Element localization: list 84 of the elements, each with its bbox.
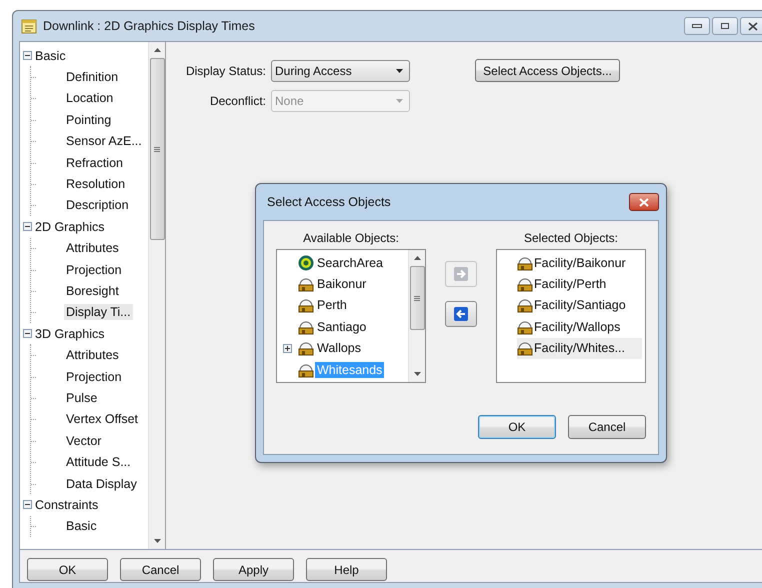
collapse-icon[interactable] bbox=[23, 500, 32, 510]
collapse-icon[interactable] bbox=[23, 51, 32, 60]
close-icon bbox=[748, 22, 758, 30]
tree-item[interactable]: Display Ti... bbox=[64, 304, 133, 320]
facility-icon bbox=[517, 276, 533, 292]
dialog-button[interactable]: Help bbox=[306, 558, 387, 581]
select-access-objects-button[interactable]: Select Access Objects... bbox=[475, 59, 620, 82]
grip-icon bbox=[414, 296, 420, 300]
field-label: Display Status: bbox=[184, 64, 266, 78]
list-item[interactable]: Santiago bbox=[315, 318, 368, 335]
close-button[interactable] bbox=[740, 17, 762, 35]
collapse-icon[interactable] bbox=[23, 329, 32, 338]
tree-item[interactable]: Pulse bbox=[64, 390, 100, 406]
tree-group[interactable]: 2D Graphics bbox=[35, 220, 104, 234]
right-arrow-icon bbox=[454, 267, 468, 281]
list-item[interactable]: Baikonur bbox=[315, 276, 368, 292]
list-item[interactable]: Facility/Perth bbox=[517, 273, 642, 295]
list-heading: Selected Objects: bbox=[524, 231, 618, 245]
scroll-down-icon[interactable] bbox=[414, 372, 420, 376]
tree-item[interactable]: Pointing bbox=[64, 112, 114, 128]
list-item[interactable]: Facility/Wallops bbox=[517, 316, 642, 338]
tree-item[interactable]: Basic bbox=[64, 518, 99, 534]
close-icon bbox=[639, 198, 649, 206]
dialog-button[interactable]: Cancel bbox=[568, 415, 646, 439]
window-title: Downlink : 2D Graphics Display Times bbox=[43, 19, 255, 33]
tree-item[interactable]: Vector bbox=[64, 432, 104, 449]
remove-button[interactable] bbox=[445, 301, 477, 327]
list-heading: Available Objects: bbox=[303, 231, 399, 245]
list-item[interactable]: SearchArea bbox=[315, 254, 386, 271]
scroll-down-icon[interactable] bbox=[154, 539, 160, 543]
expand-icon[interactable] bbox=[282, 344, 292, 353]
tree-item[interactable]: Projection bbox=[64, 262, 124, 278]
tree-item[interactable]: Resolution bbox=[64, 176, 128, 192]
scrollbar[interactable] bbox=[148, 42, 165, 549]
scrollbar[interactable] bbox=[408, 250, 425, 382]
left-arrow-icon bbox=[454, 307, 468, 321]
facility-icon bbox=[517, 340, 533, 356]
list-item[interactable]: Facility/Baikonur bbox=[517, 252, 642, 274]
facility-icon bbox=[298, 276, 314, 292]
collapse-icon[interactable] bbox=[23, 222, 32, 232]
target-icon bbox=[298, 254, 314, 271]
tree-item[interactable]: Data Display bbox=[64, 476, 139, 492]
minimize-icon bbox=[692, 23, 702, 29]
facility-icon bbox=[298, 362, 314, 378]
tree-item[interactable]: Projection bbox=[64, 368, 124, 385]
tree-item[interactable]: Attributes bbox=[64, 240, 121, 256]
close-button[interactable] bbox=[629, 193, 659, 211]
tree-item[interactable]: Description bbox=[64, 197, 131, 214]
scroll-up-icon[interactable] bbox=[154, 48, 160, 52]
tree-group[interactable]: Constraints bbox=[35, 498, 98, 512]
dialog-button[interactable]: Apply bbox=[213, 558, 294, 581]
dialog-button[interactable]: OK bbox=[478, 415, 556, 439]
display-status-dropdown[interactable]: During Access bbox=[271, 60, 410, 82]
list-item[interactable]: Facility/Santiago bbox=[517, 294, 642, 316]
field-label: Deconflict: bbox=[208, 94, 266, 108]
facility-icon bbox=[517, 254, 533, 271]
caret-icon[interactable] bbox=[396, 68, 403, 72]
tree-item[interactable]: Attitude S... bbox=[64, 454, 133, 470]
tree-item[interactable]: Vertex Offset bbox=[64, 411, 140, 428]
dialog-button[interactable]: Cancel bbox=[120, 558, 201, 581]
tree-group[interactable]: 3D Graphics bbox=[35, 326, 104, 341]
notepad-icon bbox=[21, 18, 37, 34]
tree-item[interactable]: Attributes bbox=[64, 347, 121, 364]
tree-item[interactable]: Definition bbox=[64, 69, 120, 86]
facility-icon bbox=[298, 297, 314, 314]
facility-icon bbox=[298, 340, 314, 356]
dialog-button[interactable]: OK bbox=[27, 558, 108, 581]
list-item[interactable]: Facility/Whites... bbox=[517, 338, 642, 359]
tree-item[interactable]: Boresight bbox=[64, 282, 121, 299]
grip-icon bbox=[154, 146, 160, 152]
tree-group[interactable]: Basic bbox=[35, 48, 66, 63]
tree-item[interactable]: Sensor AzE... bbox=[64, 133, 144, 150]
tree-item[interactable]: Refraction bbox=[64, 154, 125, 171]
maximize-icon bbox=[720, 22, 730, 30]
list-item[interactable]: Perth bbox=[315, 297, 349, 314]
scroll-up-icon[interactable] bbox=[414, 256, 420, 260]
facility-icon bbox=[517, 318, 533, 335]
minimize-button[interactable] bbox=[684, 17, 710, 35]
list-item[interactable]: Wallops bbox=[315, 340, 363, 356]
facility-icon bbox=[298, 318, 314, 335]
tree-item[interactable]: Location bbox=[64, 90, 116, 106]
maximize-button[interactable] bbox=[712, 17, 738, 35]
facility-icon bbox=[517, 297, 533, 314]
dialog-title: Select Access Objects bbox=[267, 195, 391, 209]
